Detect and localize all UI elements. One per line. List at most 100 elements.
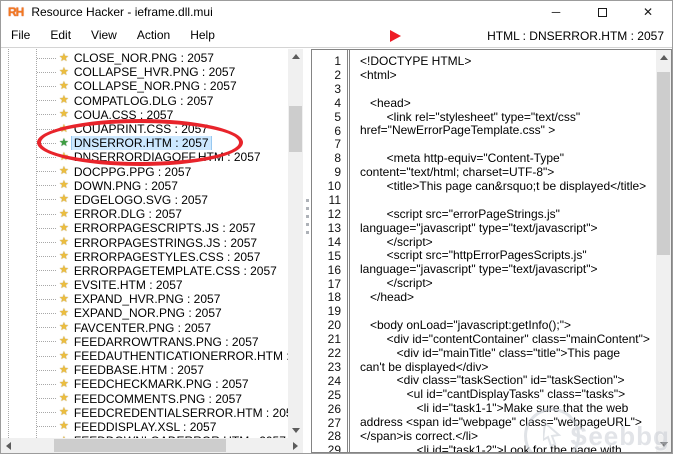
menu-edit[interactable]: Edit [40,24,81,46]
tree-item[interactable]: ★FEEDCOMMENTS.PNG : 2057 [1,392,288,406]
code-line: <li id="task1-2">Look for the page with [360,444,656,452]
tree-connector [37,370,57,371]
tree-item[interactable]: ★COLLAPSE_NOR.PNG : 2057 [1,79,288,93]
tree-item[interactable]: ★FEEDARROWTRANS.PNG : 2057 [1,335,288,349]
tree-vertical-scrollbar[interactable] [288,49,303,438]
play-icon[interactable] [390,30,401,42]
editor-vertical-scrollbar[interactable] [656,50,671,452]
tree-item[interactable]: ★ERRORPAGESCRIPTS.JS : 2057 [1,221,288,235]
editor-vscroll-thumb[interactable] [657,72,670,255]
scroll-down-icon[interactable] [660,442,668,447]
code-line: can't be displayed</div> [360,361,656,375]
code-line: <li id="task1-1">Make sure that the web [360,402,656,416]
tree-item[interactable]: ★FEEDCHECKMARK.PNG : 2057 [1,377,288,391]
tree-item[interactable]: ★EVSITE.HTM : 2057 [1,278,288,292]
tree-item[interactable]: ★DNSERROR.HTM : 2057 [1,136,288,150]
tree-item-label: ERROR.DLG : 2057 [72,207,184,221]
star-icon: ★ [59,251,69,262]
star-icon: ★ [59,294,69,305]
tree-connector [37,100,57,101]
tree-item[interactable]: ★EXPAND_NOR.PNG : 2057 [1,306,288,320]
tree-connector [37,214,57,215]
tree-vscroll-thumb[interactable] [289,106,302,152]
tree-item[interactable]: ★COUA.CSS : 2057 [1,108,288,122]
tree-connector [37,270,57,271]
code-line: <div class="taskSection" id="taskSection… [360,374,656,388]
minimize-button[interactable] [533,1,579,23]
star-icon: ★ [59,166,69,177]
tree-item[interactable]: ★COMPATLOG.DLG : 2057 [1,94,288,108]
line-number: 16 [312,264,341,278]
star-icon: ★ [59,180,69,191]
star-icon: ★ [59,223,69,234]
line-number: 8 [312,152,341,166]
line-number: 18 [312,291,341,305]
tree-item[interactable]: ★EDGELOGO.SVG : 2057 [1,193,288,207]
code-line: <link rel="stylesheet" type="text/css" [360,111,656,125]
tree-item[interactable]: ★FEEDBASE.HTM : 2057 [1,363,288,377]
code-line: </script> [360,236,656,250]
code-line: <script src="httpErrorPagesScripts.js" [360,249,656,263]
tree-item[interactable]: ★COLLAPSE_HVR.PNG : 2057 [1,65,288,79]
tree-item-label: DOWN.PNG : 2057 [72,179,180,193]
resource-type-label: HTML : DNSERROR.HTM : 2057 [487,29,664,43]
line-number: 29 [312,444,341,453]
tree-hscroll-thumb[interactable] [54,439,226,452]
tree-item[interactable]: ★CLOSE_NOR.PNG : 2057 [1,51,288,65]
menu-help[interactable]: Help [180,24,225,46]
line-number: 3 [312,83,341,97]
tree-item[interactable]: ★DNSERRORDIAGOFF.HTM : 2057 [1,150,288,164]
app-icon: RH [8,5,23,19]
title-bar: RH Resource Hacker - ieframe.dll.mui [1,1,672,23]
star-icon: ★ [59,53,69,64]
line-number: 26 [312,403,341,417]
close-button[interactable] [625,1,671,23]
tree-item[interactable]: ★ERRORPAGESTYLES.CSS : 2057 [1,250,288,264]
tree-connector [37,313,57,314]
scroll-right-icon[interactable] [293,442,298,450]
window-title: Resource Hacker - ieframe.dll.mui [31,5,212,19]
line-number: 1 [312,55,341,69]
star-icon: ★ [59,95,69,106]
scroll-up-icon[interactable] [292,54,300,59]
tree-item-label: FEEDCHECKMARK.PNG : 2057 [72,377,251,391]
scroll-up-icon[interactable] [660,55,668,60]
main-area: ★CLOSE_NOR.PNG : 2057★COLLAPSE_HVR.PNG :… [1,49,672,453]
tree-item[interactable]: ★ERRORPAGETEMPLATE.CSS : 2057 [1,264,288,278]
star-icon: ★ [59,109,69,120]
tree-connector [37,341,57,342]
star-icon: ★ [59,308,69,319]
tree-item-label: FEEDARROWTRANS.PNG : 2057 [72,335,261,349]
tree-item[interactable]: ★ERROR.DLG : 2057 [1,207,288,221]
tree-connector [37,299,57,300]
tree-horizontal-scrollbar[interactable] [1,438,303,453]
menu-view[interactable]: View [81,24,127,46]
tree-item[interactable]: ★COUAPRINT.CSS : 2057 [1,122,288,136]
scroll-left-icon[interactable] [6,442,11,450]
tree-item[interactable]: ★FEEDAUTHENTICATIONERROR.HTM : 2057 [1,349,288,363]
scroll-down-icon[interactable] [292,428,300,433]
panel-splitter[interactable] [303,49,311,453]
tree-connector [37,398,57,399]
tree-item[interactable]: ★FEEDDISPLAY.XSL : 2057 [1,420,288,434]
maximize-button[interactable] [579,1,625,23]
tree-item[interactable]: ★DOWN.PNG : 2057 [1,179,288,193]
menu-action[interactable]: Action [127,24,180,46]
line-number: 12 [312,208,341,222]
tree-item-label: FEEDDISPLAY.XSL : 2057 [72,420,219,434]
code-line: <head> [360,97,656,111]
menu-file[interactable]: File [1,24,40,46]
tree-item-label: EXPAND_HVR.PNG : 2057 [72,292,223,306]
tree-item[interactable]: ★FAVCENTER.PNG : 2057 [1,321,288,335]
tree-item[interactable]: ★ERRORPAGESTRINGS.JS : 2057 [1,235,288,249]
line-number: 17 [312,278,341,292]
tree-item[interactable]: ★FEEDCREDENTIALSERROR.HTM : 2057 [1,406,288,420]
tree-item[interactable]: ★DOCPPG.PPG : 2057 [1,165,288,179]
tree-item-label: COUAPRINT.CSS : 2057 [72,122,210,136]
tree-item[interactable]: ★EXPAND_HVR.PNG : 2057 [1,292,288,306]
code-line: </head> [360,291,656,305]
tree-item-label: ERRORPAGESCRIPTS.JS : 2057 [72,221,258,235]
tree-item-label: ERRORPAGESTYLES.CSS : 2057 [72,250,263,264]
line-number-gutter: 1234567891011121314151617181920212223242… [312,50,350,452]
code-area[interactable]: <!DOCTYPE HTML><html> <head> <link rel="… [356,50,656,452]
